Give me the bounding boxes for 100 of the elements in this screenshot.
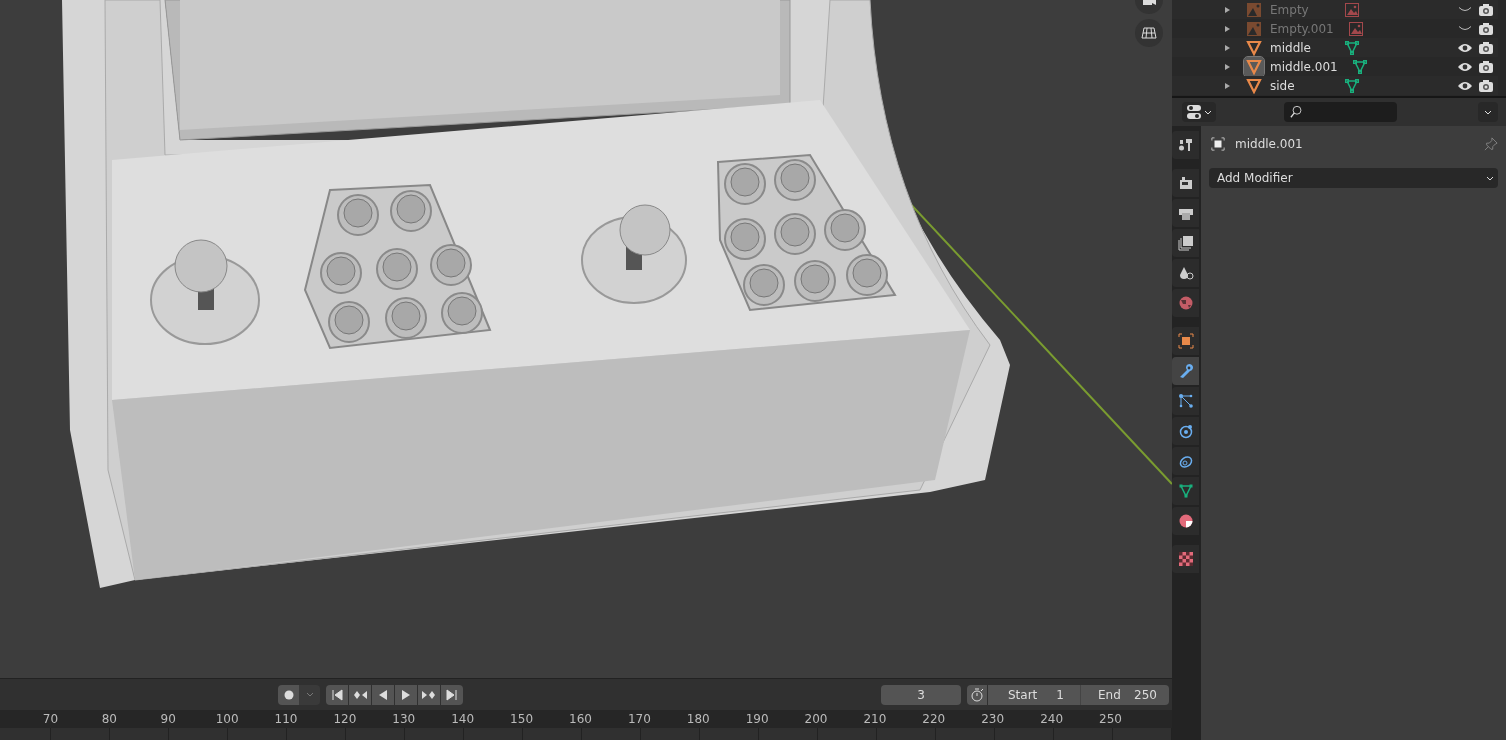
play-reverse-button[interactable] <box>372 684 394 705</box>
expand-arrow-icon[interactable] <box>1225 63 1230 70</box>
object-name: middle.001 <box>1235 137 1304 151</box>
object-name[interactable]: side <box>1270 78 1330 93</box>
object-name[interactable]: Empty <box>1270 2 1330 17</box>
expand-arrow-icon[interactable] <box>1225 82 1230 89</box>
properties-tab[interactable] <box>1172 387 1199 415</box>
object-type-button[interactable] <box>1244 56 1264 77</box>
image-icon <box>1246 20 1262 37</box>
object-name[interactable]: middle.001 <box>1270 59 1338 74</box>
frame-number: 230 <box>980 712 1006 726</box>
properties-tab[interactable] <box>1172 417 1199 445</box>
properties-tab[interactable] <box>1172 229 1199 257</box>
play-reverse-icon <box>377 688 389 701</box>
frame-number: 170 <box>626 712 652 726</box>
object-name[interactable]: middle <box>1270 40 1330 55</box>
triangle-icon <box>1246 77 1262 94</box>
chevron-icon <box>305 691 314 698</box>
next-keyframe-button[interactable] <box>418 684 440 705</box>
drop-and-circle-icon <box>1177 265 1194 281</box>
frame-number: 80 <box>100 712 118 726</box>
frame-number: 210 <box>862 712 888 726</box>
properties-tab[interactable] <box>1172 259 1199 287</box>
editor-type-button[interactable] <box>1182 102 1216 122</box>
properties-tab[interactable] <box>1172 169 1199 197</box>
play-button[interactable] <box>395 684 417 705</box>
image-icon <box>1347 20 1364 37</box>
object-icon <box>1211 137 1225 151</box>
frame-number: 220 <box>921 712 947 726</box>
search-field[interactable] <box>1284 102 1397 122</box>
triangle-mesh-icon <box>1344 77 1360 94</box>
chevron-icon <box>1486 174 1494 182</box>
pin-icon <box>1484 137 1498 151</box>
globe-icon <box>1177 295 1194 311</box>
particles-icon <box>1177 393 1194 409</box>
frame-number: 70 <box>41 712 60 726</box>
properties-tab[interactable] <box>1172 199 1199 227</box>
link-icon <box>1177 453 1194 469</box>
orbit-icon <box>1177 423 1194 439</box>
frame-number: 190 <box>744 712 770 726</box>
search-icon <box>1290 105 1304 119</box>
image-icon <box>1344 1 1360 18</box>
camera-icon <box>1478 20 1494 37</box>
frame-number: 140 <box>450 712 476 726</box>
triangle-mesh-icon <box>1351 58 1368 75</box>
square-icon <box>1177 333 1194 349</box>
chevron-icon <box>1204 108 1212 116</box>
frame-number: 240 <box>1039 712 1065 726</box>
frame-number: 100 <box>214 712 240 726</box>
frame-number: 250 <box>1098 712 1123 726</box>
jump-end-button[interactable] <box>441 684 463 705</box>
triangle-mesh-icon <box>1344 39 1360 56</box>
closed-eye-icon <box>1457 26 1473 31</box>
triangle-icon <box>1246 39 1262 56</box>
expand-arrow-icon[interactable] <box>1225 44 1230 51</box>
triangle-mesh-icon <box>1177 483 1194 499</box>
grid-icon <box>1141 25 1157 41</box>
triangle-icon <box>1246 58 1262 75</box>
tool-icon <box>1177 137 1194 153</box>
frame-number: 110 <box>273 712 299 726</box>
play-icon <box>400 688 412 701</box>
jump-end-icon <box>446 688 458 701</box>
end-frame-field[interactable]: End 250 <box>1080 684 1169 705</box>
frame-number: 120 <box>332 712 358 726</box>
frame-number: 90 <box>159 712 177 726</box>
camera-icon <box>1478 1 1494 18</box>
properties-tab[interactable] <box>1172 131 1199 159</box>
object-name[interactable]: Empty.001 <box>1270 21 1334 36</box>
grid-gizmo-icon[interactable] <box>1135 19 1163 47</box>
camera-icon <box>1478 77 1494 94</box>
frame-number: 200 <box>803 712 829 726</box>
current-frame-field[interactable]: 3 <box>881 684 961 705</box>
jump-start-icon <box>331 688 343 701</box>
expand-arrow-icon[interactable] <box>1225 6 1230 13</box>
properties-tab[interactable] <box>1172 507 1199 535</box>
stopwatch-icon <box>970 687 984 702</box>
add-modifier-dropdown[interactable]: Add Modifier <box>1209 168 1498 188</box>
preview-range-button[interactable] <box>967 684 987 705</box>
diamond-arrow-icon <box>422 688 436 701</box>
chevron-icon <box>1484 108 1492 116</box>
diamond-arrow-icon <box>353 688 367 701</box>
toggles-icon <box>1186 104 1202 120</box>
jump-start-button[interactable] <box>326 684 348 705</box>
frame-number: 160 <box>568 712 593 726</box>
frame-number: 180 <box>685 712 711 726</box>
sphere-icon <box>1177 513 1194 529</box>
closed-eye-icon <box>1457 7 1473 12</box>
previous-keyframe-button[interactable] <box>349 684 371 705</box>
camera-back-icon <box>1177 175 1194 191</box>
expand-arrow-icon[interactable] <box>1225 25 1230 32</box>
properties-tab[interactable] <box>1172 447 1199 475</box>
camera-icon <box>1478 58 1494 75</box>
record-button[interactable] <box>278 684 299 705</box>
image-stack-icon <box>1177 235 1194 251</box>
camera-icon <box>1478 39 1494 56</box>
dot-icon <box>283 689 294 700</box>
start-frame-field[interactable]: Start 1 <box>988 684 1080 705</box>
3d-viewport[interactable] <box>0 0 1172 678</box>
frame-number: 130 <box>391 712 417 726</box>
checker-icon <box>1177 551 1194 567</box>
